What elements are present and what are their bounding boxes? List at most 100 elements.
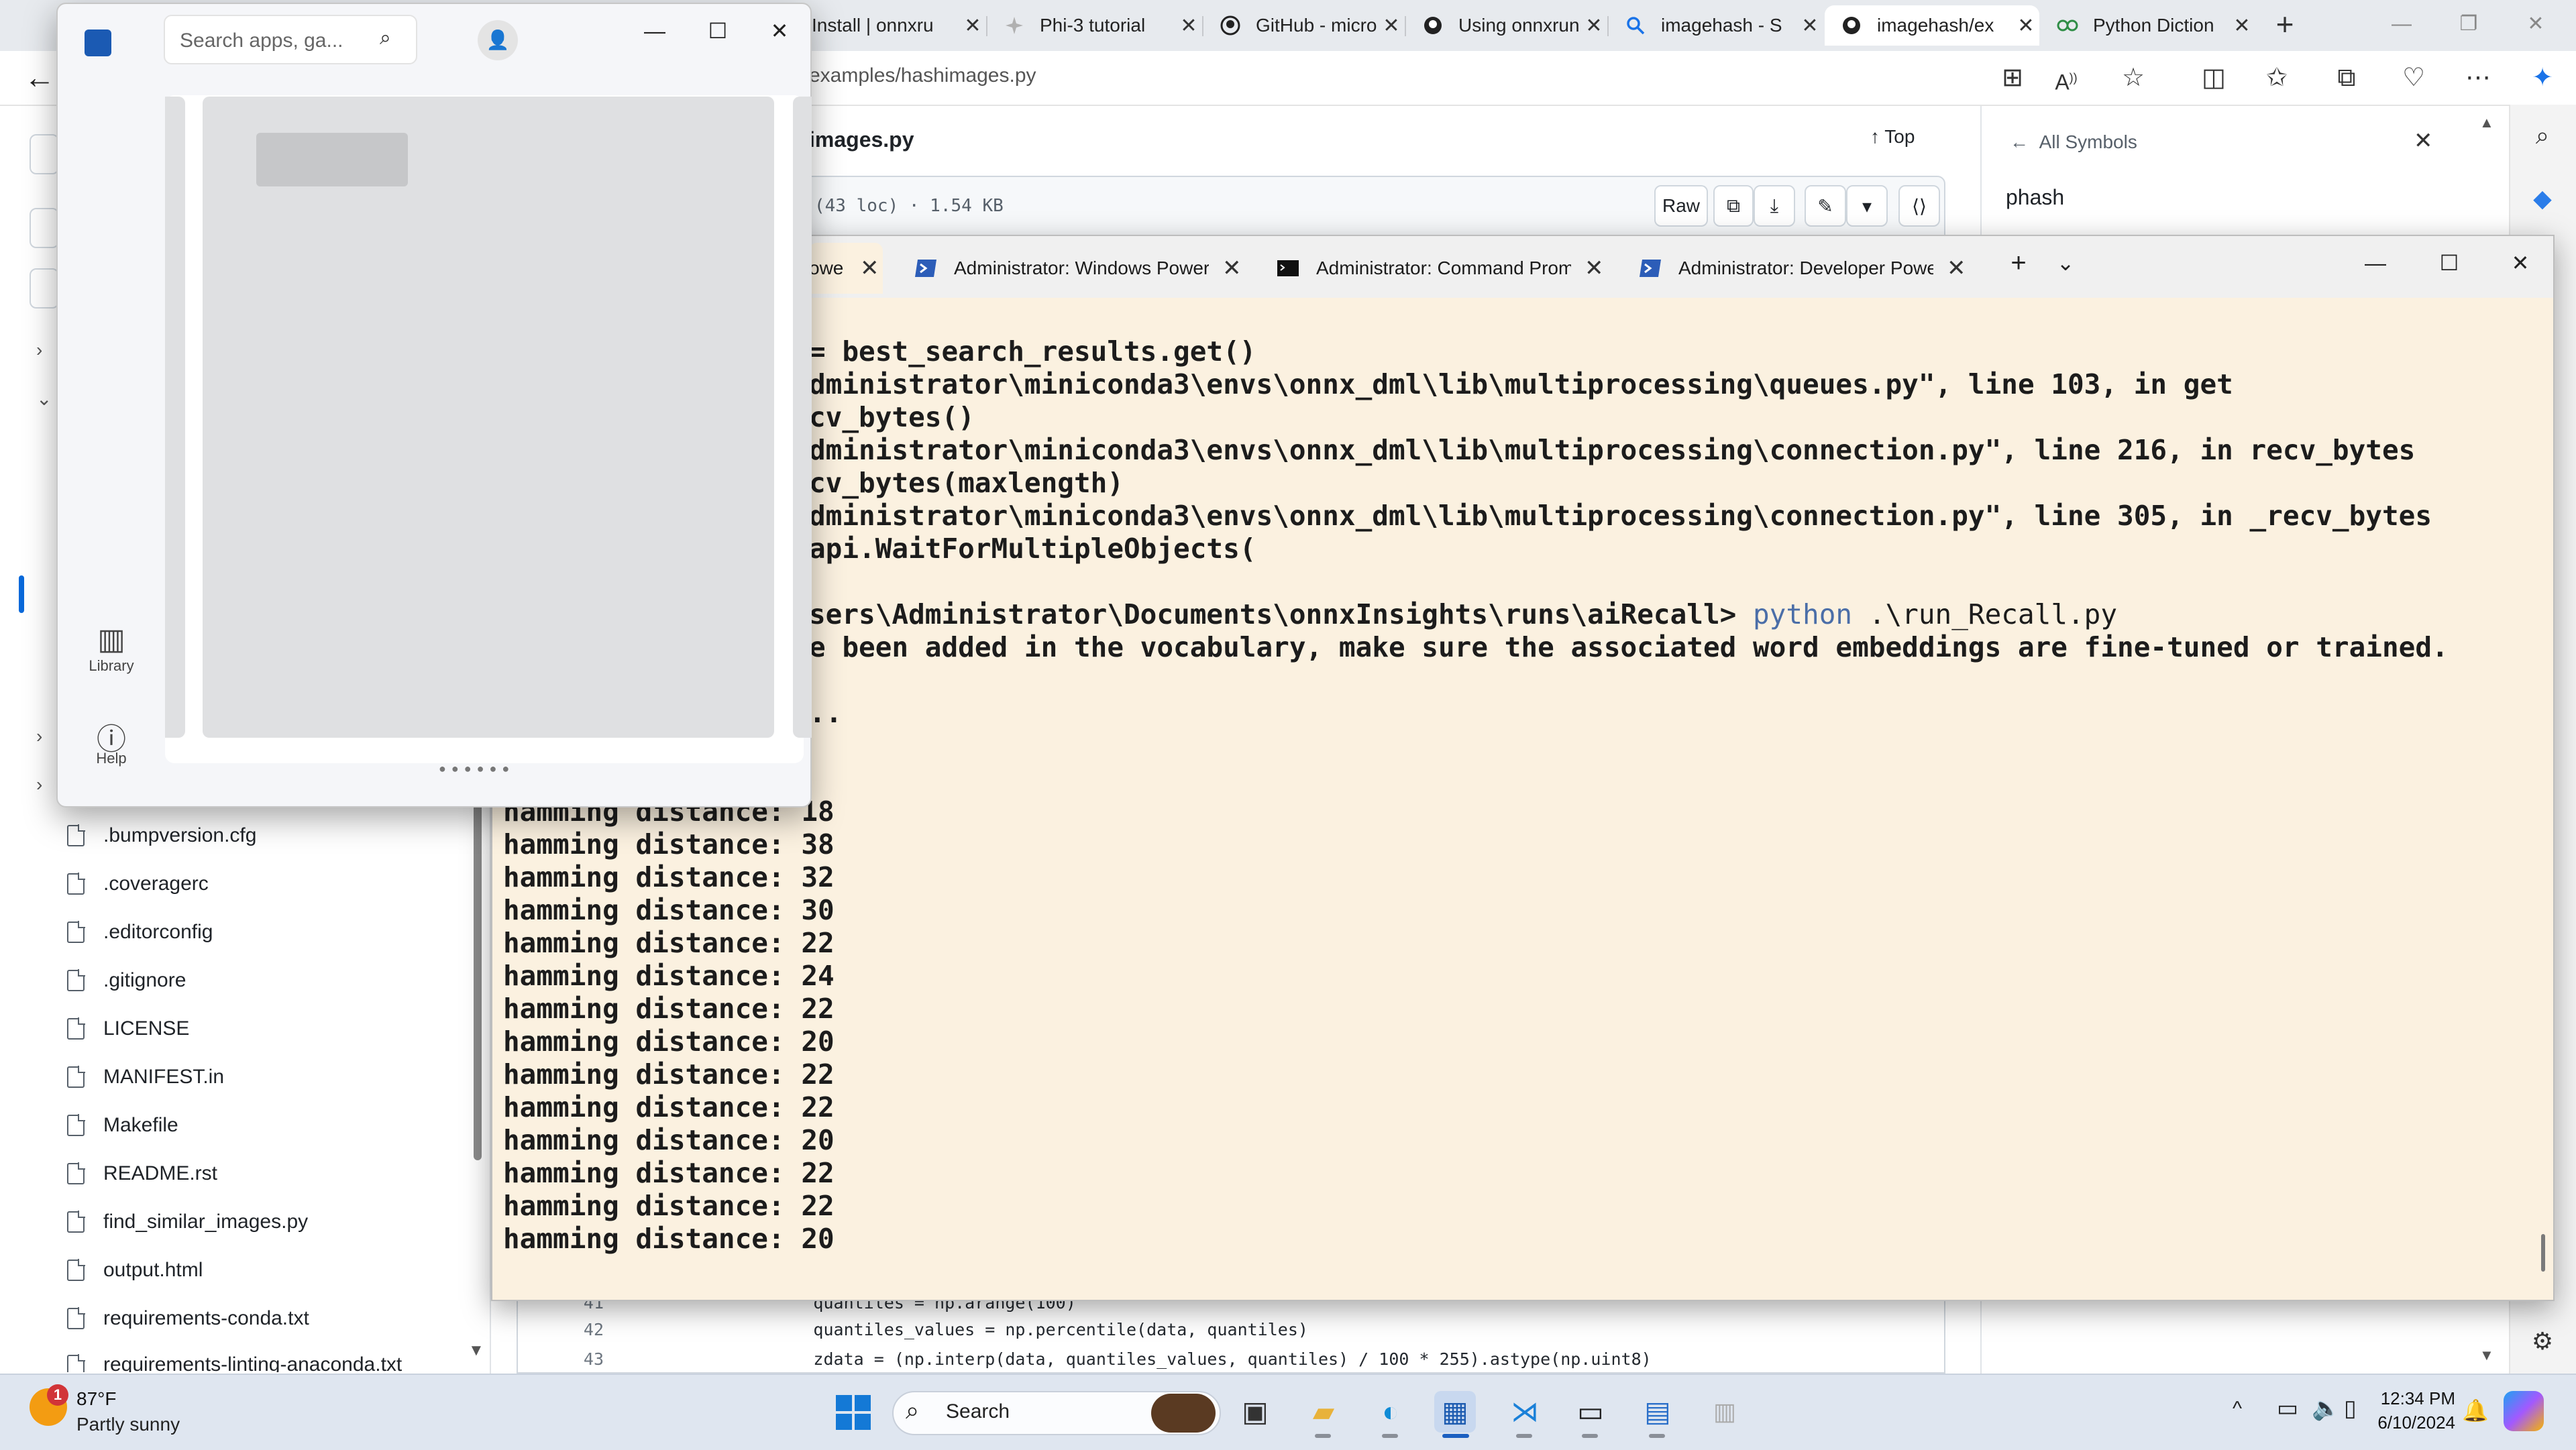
show-hidden-icons-chevron-icon[interactable]: ^ bbox=[2233, 1398, 2242, 1420]
all-symbols-link[interactable]: ← All Symbols bbox=[2010, 131, 2137, 153]
browser-tab-imagehash-examples[interactable]: imagehash/ex ✕ bbox=[1825, 5, 2039, 46]
chevron-right-icon[interactable]: › bbox=[36, 726, 42, 747]
shopping-tag-icon[interactable]: ◆ bbox=[2526, 182, 2559, 215]
close-tab-icon[interactable]: ✕ bbox=[860, 255, 879, 282]
search-highlight-image[interactable] bbox=[1151, 1394, 1216, 1433]
file-item[interactable]: MANIFEST.in bbox=[67, 1057, 224, 1097]
terminal-scrollbar[interactable] bbox=[2541, 1234, 2545, 1272]
symbols-panel-icon[interactable]: ⟨⟩ bbox=[1898, 185, 1940, 227]
terminal-maximize-button[interactable]: ☐ bbox=[2419, 243, 2479, 283]
favorites-icon[interactable]: ✩ bbox=[2261, 62, 2293, 94]
chevron-right-icon[interactable]: › bbox=[36, 774, 42, 795]
file-item[interactable]: requirements-linting-anaconda.txt bbox=[67, 1345, 402, 1372]
terminal-tab-developer-powershell[interactable]: Administrator: Developer Powe ✕ bbox=[1638, 243, 1966, 294]
file-tree-scrollbar[interactable] bbox=[474, 798, 482, 1160]
terminal-tab-powershell[interactable]: owe ✕ bbox=[809, 243, 883, 294]
file-item[interactable]: .bumpversion.cfg bbox=[67, 816, 256, 856]
browser-close-button[interactable]: ✕ bbox=[2509, 4, 2563, 44]
clock-time[interactable]: 12:34 PM bbox=[2368, 1388, 2455, 1409]
file-item[interactable]: requirements-conda.txt bbox=[67, 1298, 309, 1339]
browser-tab-install-onnx[interactable]: Install | onnxru ✕ bbox=[812, 5, 986, 46]
carousel-pager-dots[interactable]: ●●●●●● bbox=[439, 762, 515, 776]
file-item[interactable]: .coveragerc bbox=[67, 864, 209, 904]
terminal-dropdown-icon[interactable]: ⌄ bbox=[2035, 243, 2096, 283]
browser-restore-button[interactable]: ❐ bbox=[2442, 4, 2496, 44]
store-nav-help[interactable]: ⓘ Help bbox=[85, 715, 138, 767]
edit-pencil-icon[interactable]: ✎ bbox=[1805, 185, 1846, 227]
task-view-icon[interactable]: ▣ bbox=[1234, 1391, 1276, 1433]
browser-tab-using-onnxrun[interactable]: Using onnxrun ✕ bbox=[1406, 5, 1607, 46]
battery-icon[interactable]: ▯ bbox=[2344, 1395, 2357, 1422]
microsoft-store-icon[interactable]: ▦ bbox=[1434, 1391, 1476, 1433]
browser-minimize-button[interactable]: — bbox=[2375, 4, 2428, 44]
file-item[interactable]: .gitignore bbox=[67, 960, 186, 1001]
weather-description[interactable]: Partly sunny bbox=[76, 1414, 180, 1435]
search-icon[interactable]: ⌕ bbox=[380, 27, 391, 50]
search-icon[interactable]: ⌕ bbox=[2526, 119, 2559, 152]
close-tab-icon[interactable]: ✕ bbox=[1796, 14, 1823, 38]
scroll-down-arrow-icon[interactable]: ▼ bbox=[2479, 1347, 2494, 1364]
chevron-right-icon[interactable]: › bbox=[36, 339, 42, 361]
app-icon[interactable]: ▥ bbox=[1704, 1391, 1746, 1433]
raw-button[interactable]: Raw bbox=[1654, 185, 1708, 227]
new-tab-button[interactable]: + bbox=[2266, 7, 2304, 44]
store-nav-library[interactable]: ▥ Library bbox=[85, 622, 138, 675]
close-symbols-icon[interactable]: ✕ bbox=[2414, 127, 2433, 154]
collections-icon[interactable]: ⧉ bbox=[2330, 62, 2363, 94]
browser-tab-phi3[interactable]: Phi-3 tutorial ✕ bbox=[987, 5, 1202, 46]
account-avatar-icon[interactable]: 👤 bbox=[478, 20, 518, 60]
scroll-up-arrow-icon[interactable]: ▲ bbox=[2479, 114, 2494, 131]
close-tab-icon[interactable]: ✕ bbox=[959, 14, 986, 38]
download-icon[interactable]: ⤓ bbox=[1754, 185, 1795, 227]
file-explorer-icon[interactable]: ▰ bbox=[1303, 1391, 1344, 1433]
terminal-icon[interactable]: ▭ bbox=[1570, 1391, 1611, 1433]
split-screen-icon[interactable]: ◫ bbox=[2198, 62, 2230, 94]
copilot-taskbar-icon[interactable] bbox=[2504, 1391, 2544, 1431]
close-tab-icon[interactable]: ✕ bbox=[1175, 14, 1202, 38]
terminal-tab-command-prompt[interactable]: Administrator: Command Prom ✕ bbox=[1276, 243, 1604, 294]
clock-date[interactable]: 6/10/2024 bbox=[2368, 1412, 2455, 1433]
carousel-card-loading[interactable] bbox=[203, 97, 774, 738]
collapse-panel-icon[interactable] bbox=[30, 134, 59, 174]
edge-browser-icon[interactable]: ◐ bbox=[1370, 1391, 1411, 1433]
settings-gear-icon[interactable]: ⚙ bbox=[2526, 1325, 2559, 1357]
edit-dropdown-icon[interactable]: ▾ bbox=[1846, 185, 1888, 227]
carousel-next-card[interactable] bbox=[793, 97, 812, 738]
branch-icon[interactable] bbox=[30, 208, 59, 248]
terminal-tab-windows-powershell[interactable]: Administrator: Windows Power ✕ bbox=[914, 243, 1242, 294]
file-item[interactable]: .editorconfig bbox=[67, 912, 213, 952]
file-item[interactable]: output.html bbox=[67, 1250, 203, 1290]
more-menu-icon[interactable]: ⋯ bbox=[2462, 62, 2494, 94]
weather-temperature[interactable]: 87°F bbox=[76, 1388, 116, 1410]
network-icon[interactable]: ▭ bbox=[2277, 1395, 2298, 1422]
close-tab-icon[interactable]: ✕ bbox=[1378, 14, 1405, 38]
copy-icon[interactable]: ⧉ bbox=[1713, 185, 1754, 227]
close-tab-icon[interactable]: ✕ bbox=[1580, 14, 1607, 38]
carousel-prev-card[interactable] bbox=[165, 97, 185, 738]
store-close-button[interactable]: ✕ bbox=[753, 11, 806, 51]
close-tab-icon[interactable]: ✕ bbox=[1222, 255, 1242, 282]
vscode-icon[interactable]: ⋊ bbox=[1504, 1391, 1546, 1433]
read-aloud-icon[interactable]: A)) bbox=[2050, 62, 2082, 95]
top-button[interactable]: ↑ Top bbox=[1870, 126, 1915, 148]
browser-tab-imagehash-search[interactable]: imagehash - S ✕ bbox=[1609, 5, 1823, 46]
file-item[interactable]: find_similar_images.py bbox=[67, 1202, 308, 1242]
scroll-down-arrow-icon[interactable]: ▼ bbox=[468, 1341, 484, 1360]
app-available-icon[interactable]: ⊞ bbox=[1996, 62, 2029, 94]
file-item[interactable]: LICENSE bbox=[67, 1009, 189, 1049]
close-tab-icon[interactable]: ✕ bbox=[2229, 14, 2255, 38]
favorite-star-icon[interactable]: ☆ bbox=[2117, 62, 2149, 94]
browser-tab-python-dict[interactable]: Python Diction ✕ bbox=[2041, 5, 2255, 46]
search-files-icon[interactable] bbox=[30, 268, 59, 309]
browser-tab-github-micro[interactable]: GitHub - micro ✕ bbox=[1203, 5, 1405, 46]
notification-bell-icon[interactable]: 🔔 bbox=[2462, 1398, 2489, 1423]
store-minimize-button[interactable]: — bbox=[628, 11, 682, 51]
store-maximize-button[interactable]: ☐ bbox=[691, 11, 745, 51]
copilot-icon[interactable]: ✦ bbox=[2526, 62, 2559, 94]
chevron-down-icon[interactable]: ⌄ bbox=[36, 388, 52, 410]
terminal-minimize-button[interactable]: — bbox=[2345, 243, 2406, 283]
terminal-close-button[interactable]: ✕ bbox=[2490, 243, 2551, 283]
remote-desktop-icon[interactable]: ▤ bbox=[1637, 1391, 1678, 1433]
file-item[interactable]: README.rst bbox=[67, 1154, 217, 1194]
close-tab-icon[interactable]: ✕ bbox=[1585, 255, 1604, 282]
